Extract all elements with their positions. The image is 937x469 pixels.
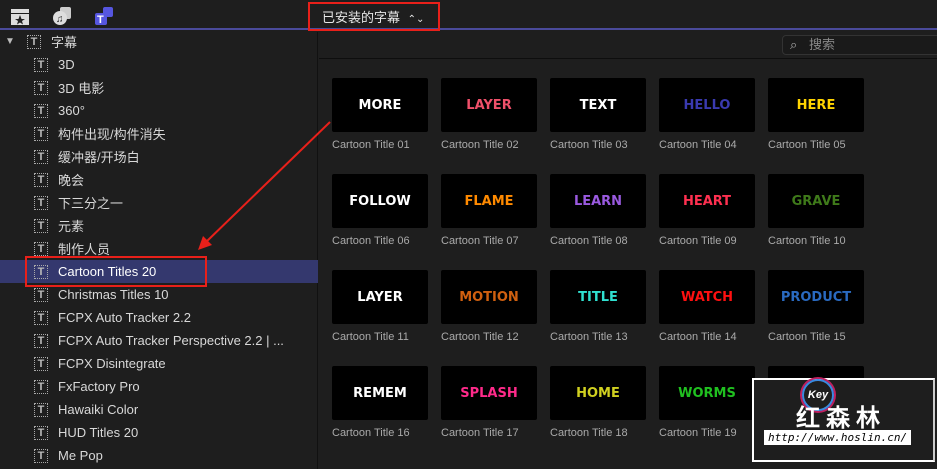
watermark-brand: 红森林 bbox=[796, 405, 886, 432]
watermark-url: http://www.hoslin.cn/ bbox=[764, 430, 912, 445]
watermark: Key 红森林 http://www.hoslin.cn/ bbox=[752, 378, 935, 462]
